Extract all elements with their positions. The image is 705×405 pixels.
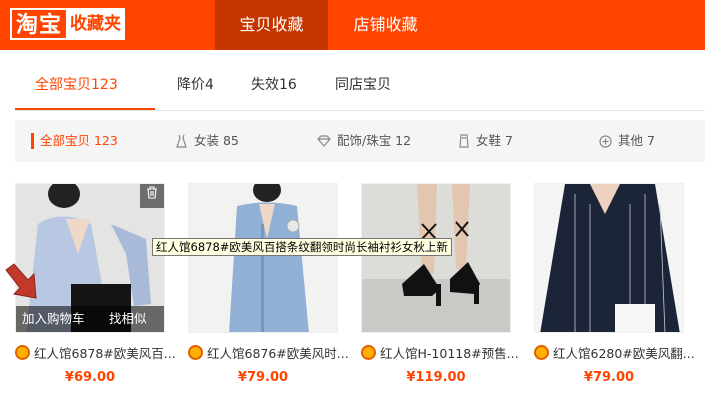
shop-badge-icon bbox=[188, 345, 203, 360]
product-title[interactable]: 红人馆H-10118#预售... bbox=[361, 343, 536, 362]
category-women-clothing[interactable]: 女装 85 bbox=[175, 120, 239, 162]
trash-icon bbox=[147, 186, 157, 199]
logo-main-text: 淘宝 bbox=[10, 8, 67, 40]
product-photo bbox=[362, 184, 510, 332]
active-marker bbox=[31, 133, 34, 149]
product-title-text: 红人馆6876#欧美风时... bbox=[207, 346, 349, 361]
find-similar-button[interactable]: 找相似 bbox=[109, 306, 147, 332]
product-price: ¥79.00 bbox=[583, 370, 635, 385]
category-women-shoes[interactable]: 女鞋 7 bbox=[458, 120, 513, 162]
category-label: 女鞋 7 bbox=[476, 133, 513, 148]
product-title[interactable]: 红人馆6280#欧美风翻... bbox=[534, 343, 705, 362]
quick-action-bar: 加入购物车 找相似 bbox=[16, 306, 164, 332]
dress-icon bbox=[176, 134, 187, 148]
product-title-tooltip: 红人馆6878#欧美风百搭条纹翻领时尚长袖衬衫女秋上新 bbox=[152, 238, 452, 256]
product-card[interactable]: 红人馆6876#欧美风时... ¥79.00 bbox=[188, 183, 349, 385]
product-card[interactable]: 加入购物车 找相似 红人馆6878#欧美风百... ¥69.00 bbox=[15, 183, 176, 385]
category-other[interactable]: 其他 7 bbox=[599, 120, 655, 162]
shop-badge-icon bbox=[534, 345, 549, 360]
divider bbox=[15, 110, 705, 111]
taobao-logo[interactable]: 淘宝 收藏夹 bbox=[10, 8, 126, 40]
shop-badge-icon bbox=[15, 345, 30, 360]
category-bar: 全部宝贝 123 女装 85 配饰/珠宝 12 女鞋 7 其他 7 bbox=[15, 120, 705, 162]
product-title-text: 红人馆6878#欧美风百... bbox=[34, 346, 176, 361]
category-label: 配饰/珠宝 12 bbox=[337, 133, 412, 148]
product-title[interactable]: 红人馆6876#欧美风时... bbox=[188, 343, 363, 362]
top-bar: 淘宝 收藏夹 宝贝收藏 店铺收藏 bbox=[0, 0, 705, 50]
product-image[interactable] bbox=[534, 183, 684, 333]
tab-item-favorites[interactable]: 宝贝收藏 bbox=[215, 0, 328, 50]
filter-tab-same-shop[interactable]: 同店宝贝 bbox=[335, 60, 391, 110]
filter-tabs: 全部宝贝123 降价4 失效16 同店宝贝 bbox=[15, 60, 705, 110]
category-label: 女装 85 bbox=[194, 133, 239, 148]
product-price: ¥69.00 bbox=[64, 370, 116, 385]
product-photo bbox=[535, 184, 683, 332]
category-label: 其他 7 bbox=[618, 133, 655, 148]
tab-shop-favorites[interactable]: 店铺收藏 bbox=[328, 0, 443, 50]
category-all[interactable]: 全部宝贝 123 bbox=[31, 120, 118, 162]
product-price: ¥79.00 bbox=[237, 370, 289, 385]
product-image[interactable] bbox=[361, 183, 511, 333]
plus-circle-icon bbox=[599, 134, 612, 148]
product-photo bbox=[189, 184, 337, 332]
delete-button[interactable] bbox=[140, 184, 164, 208]
add-to-cart-button[interactable]: 加入购物车 bbox=[22, 306, 85, 332]
product-title[interactable]: 红人馆6878#欧美风百... bbox=[15, 343, 190, 362]
category-label: 全部宝贝 123 bbox=[40, 133, 118, 148]
logo-sub-text: 收藏夹 bbox=[66, 8, 126, 40]
shop-badge-icon bbox=[361, 345, 376, 360]
product-card[interactable]: 红人馆H-10118#预售... ¥119.00 bbox=[361, 183, 519, 385]
product-price: ¥119.00 bbox=[406, 370, 466, 385]
product-card[interactable]: 红人馆6280#欧美风翻... ¥79.00 bbox=[534, 183, 695, 385]
pointer-arrow-icon bbox=[5, 263, 37, 299]
category-accessories[interactable]: 配饰/珠宝 12 bbox=[317, 120, 411, 162]
filter-tab-price-drop[interactable]: 降价4 bbox=[177, 60, 214, 110]
diamond-icon bbox=[317, 135, 331, 147]
product-title-text: 红人馆H-10118#预售... bbox=[380, 346, 519, 361]
filter-tab-all[interactable]: 全部宝贝123 bbox=[35, 60, 118, 110]
product-title-text: 红人馆6280#欧美风翻... bbox=[553, 346, 695, 361]
shoe-icon bbox=[459, 134, 469, 148]
product-image[interactable] bbox=[188, 183, 338, 333]
filter-tab-expired[interactable]: 失效16 bbox=[251, 60, 297, 110]
product-image[interactable]: 加入购物车 找相似 bbox=[15, 183, 165, 333]
